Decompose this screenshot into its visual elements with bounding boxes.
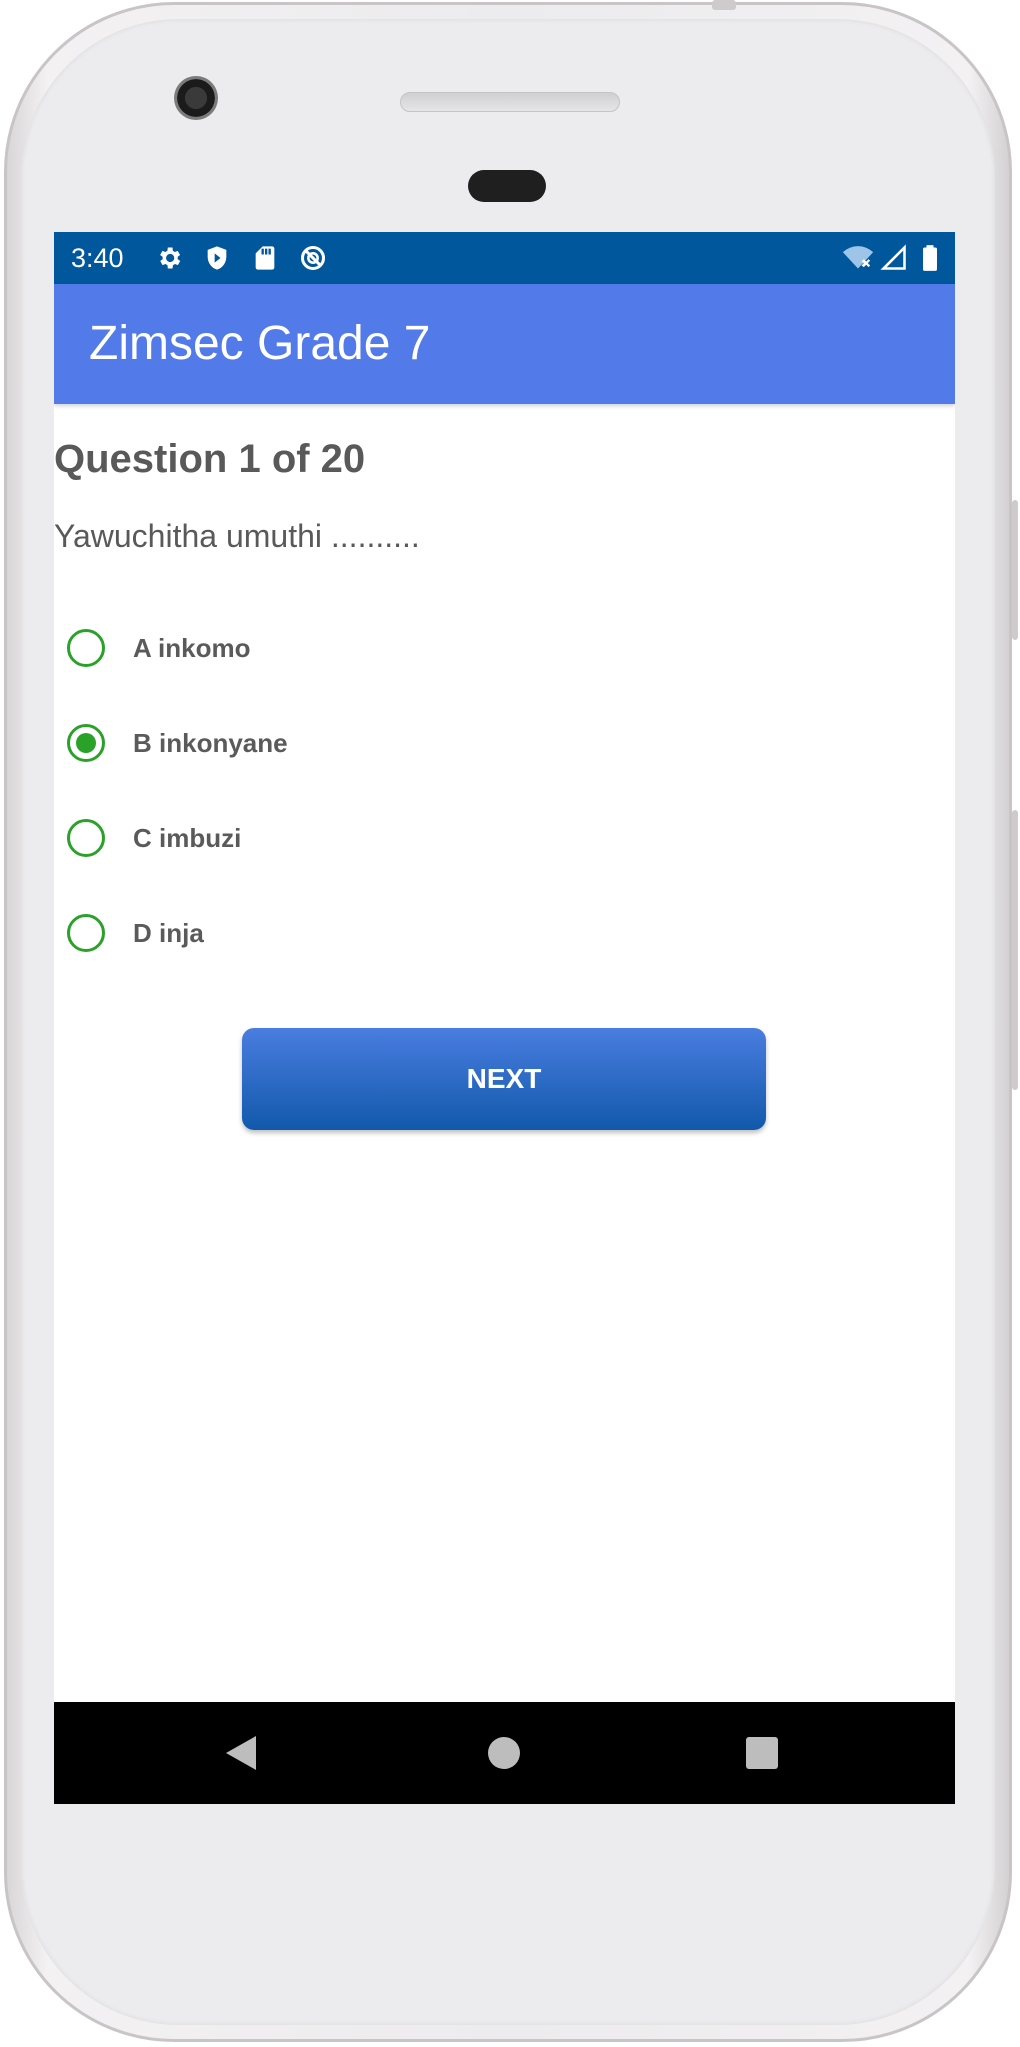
- status-bar: 3:40: [54, 232, 955, 284]
- signal-icon: [880, 244, 906, 270]
- shield-icon: [207, 246, 227, 270]
- option-label-a: A inkomo: [133, 633, 251, 663]
- radio-button-c[interactable]: [67, 819, 105, 857]
- option-label-b: B inkonyane: [133, 728, 288, 758]
- radio-button-a[interactable]: [67, 629, 105, 667]
- question-text: Yawuchitha umuthi ..........: [54, 518, 420, 554]
- back-icon[interactable]: [226, 1736, 256, 1770]
- option-c[interactable]: C imbuzi: [54, 801, 654, 881]
- power-button: [1012, 810, 1018, 1090]
- sd-card-icon: [255, 246, 275, 270]
- home-icon[interactable]: [488, 1737, 520, 1769]
- question-counter: Question 1 of 20: [54, 437, 366, 481]
- option-b[interactable]: B inkonyane: [54, 706, 654, 786]
- screen: 3:40 Zimsec Grade 7 Question 1 of 20 Yaw…: [54, 232, 955, 1804]
- option-label-d: D inja: [133, 918, 204, 948]
- option-label-c: C imbuzi: [133, 823, 242, 853]
- earpiece-speaker: [400, 92, 620, 112]
- next-button[interactable]: NEXT: [242, 1028, 766, 1130]
- radio-button-b[interactable]: [67, 724, 105, 762]
- recents-icon[interactable]: [746, 1737, 778, 1769]
- app-title: Zimsec Grade 7: [89, 317, 431, 370]
- status-time: 3:40: [71, 243, 124, 273]
- wifi-off-icon: [842, 246, 874, 269]
- option-d[interactable]: D inja: [54, 896, 654, 976]
- option-a[interactable]: A inkomo: [54, 611, 654, 691]
- proximity-sensor: [468, 170, 546, 202]
- app-bar: Zimsec Grade 7: [54, 284, 955, 404]
- navigation-bar: [54, 1702, 955, 1804]
- radio-button-d[interactable]: [67, 914, 105, 952]
- volume-button: [1012, 500, 1018, 640]
- no-sync-icon: [300, 245, 326, 271]
- front-camera: [174, 76, 218, 120]
- top-button: [712, 0, 736, 10]
- battery-icon: [923, 245, 937, 271]
- gear-icon: [160, 247, 181, 269]
